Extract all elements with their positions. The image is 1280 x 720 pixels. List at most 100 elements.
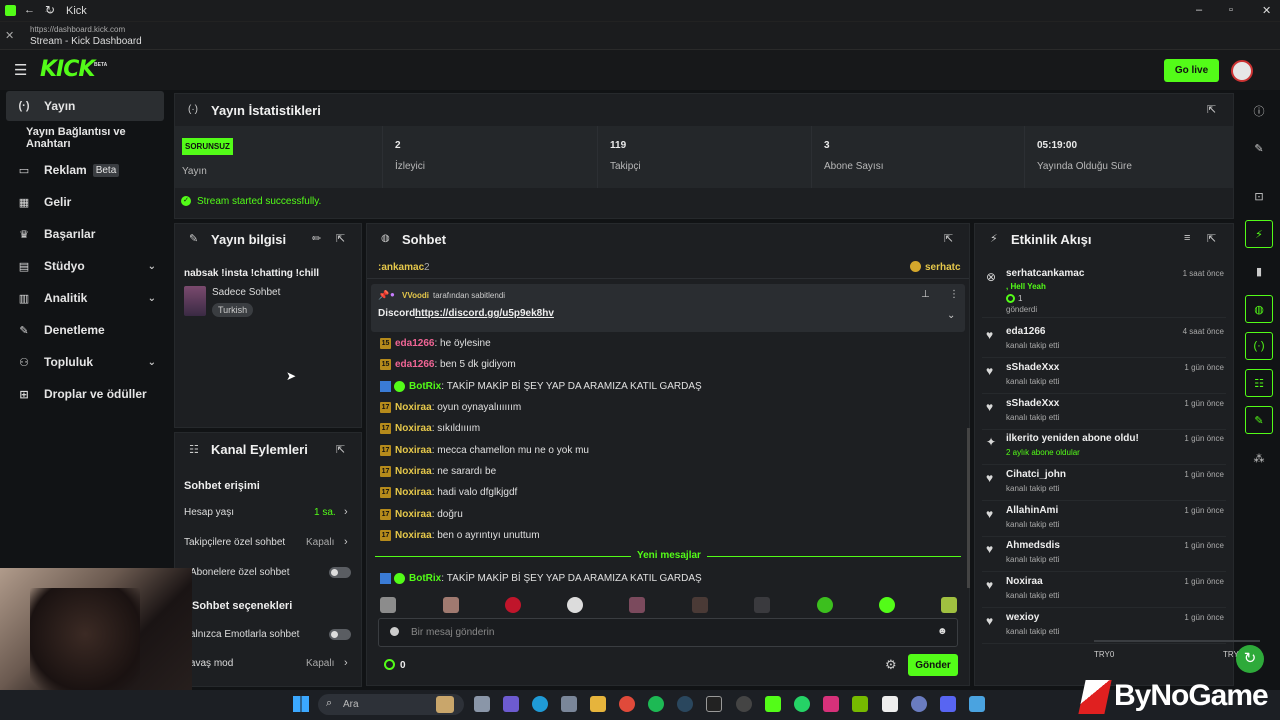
document-icon[interactable]: ▮ <box>1245 257 1273 285</box>
emote-1[interactable] <box>380 597 396 613</box>
chrome-icon[interactable] <box>619 696 635 712</box>
whatsapp-icon[interactable] <box>794 696 810 712</box>
chat-message[interactable]: BotRix: TAKİP MAKİP Bİ ŞEY YAP DA ARAMIZ… <box>380 377 702 395</box>
emote-6[interactable] <box>692 597 708 613</box>
obs-icon[interactable] <box>736 696 752 712</box>
kick-taskbar-icon[interactable] <box>765 696 781 712</box>
event-item[interactable]: ♥ eda1266 kanalı takip etti 4 saat önce <box>982 322 1226 358</box>
minimize-icon[interactable]: – <box>1196 4 1202 16</box>
refresh-fab[interactable]: ↻ <box>1236 645 1264 673</box>
go-live-button[interactable]: Go live <box>1164 59 1219 82</box>
emote-8[interactable] <box>817 597 833 613</box>
followers-only-row[interactable]: Takipçilere özel sohbet Kapalı › <box>184 536 354 551</box>
emote-2[interactable] <box>443 597 459 613</box>
chat-input[interactable]: Bir mesaj gönderin ☻ <box>378 618 958 647</box>
store-icon[interactable] <box>561 696 577 712</box>
event-item[interactable]: ♥ sShadeXxx kanalı takip etti 1 gün önce <box>982 394 1226 430</box>
sidebar-item-stream-key[interactable]: Yayın Bağlantısı ve Anahtarı <box>6 123 164 153</box>
popout-icon[interactable]: ⇱ <box>336 443 345 456</box>
sidebar-item-droplar[interactable]: ⊞ Droplar ve ödüller <box>6 379 164 409</box>
event-item[interactable]: ✦ ilkerito yeniden abone oldu! 2 aylık abo… <box>982 429 1226 465</box>
share-icon[interactable]: ⁂ <box>1245 444 1273 472</box>
capture-icon[interactable]: ⊡ <box>1245 182 1273 210</box>
settings-app-icon[interactable] <box>969 696 985 712</box>
subs-only-toggle[interactable] <box>329 567 351 578</box>
account-age-row[interactable]: Hesap yaşı 1 sa. › <box>184 506 354 521</box>
top-chatter-name[interactable]: :ankamac <box>378 262 424 273</box>
pinned-link[interactable]: https://discord.gg/u5p9ek8hv <box>415 308 554 319</box>
chat-username[interactable]: eda1266 <box>395 359 434 370</box>
event-item[interactable]: ♥ Cihatci_john kanalı takip etti 1 gün önce <box>982 465 1226 501</box>
emote-3[interactable] <box>505 597 521 613</box>
pinned-message[interactable]: 📌 ● VVoodi tarafından sabitlendi Discord… <box>371 284 965 332</box>
edit-icon[interactable]: ✏ <box>312 232 321 245</box>
event-item[interactable]: ♥ AllahinAmi kanalı takip etti 1 gün önce <box>982 501 1226 537</box>
g-app-icon[interactable] <box>882 696 898 712</box>
info-icon[interactable]: ⓘ <box>1245 97 1273 125</box>
chat-username[interactable]: Noxiraa <box>395 402 432 413</box>
wrench-icon[interactable]: ✎ <box>1245 406 1273 434</box>
chat-message[interactable]: 17 Noxiraa: ne sarardı be <box>380 462 496 480</box>
sidebar-item-reklam[interactable]: ▭ Reklam Beta <box>6 155 164 185</box>
chat-message[interactable]: 17 Noxiraa: ben o ayrıntıyı unuttum <box>380 526 540 544</box>
spotify-icon[interactable] <box>648 696 664 712</box>
maximize-icon[interactable]: ▫ <box>1229 4 1233 16</box>
emote-9[interactable] <box>879 597 895 613</box>
chat-username[interactable]: eda1266 <box>395 338 434 349</box>
kick-logo[interactable]: KICK <box>40 57 95 82</box>
sidebar-item-denetleme[interactable]: ✎ Denetleme <box>6 315 164 345</box>
chat-username[interactable]: Noxiraa <box>395 530 432 541</box>
discord-icon[interactable] <box>940 696 956 712</box>
lightning-icon[interactable]: ⚡ <box>1245 220 1273 248</box>
popout-icon[interactable]: ⇱ <box>944 232 953 245</box>
slow-mode-row[interactable]: Yavaş mod Kapalı › <box>184 657 354 672</box>
popout-icon[interactable]: ⇱ <box>1207 103 1216 116</box>
chat-message[interactable]: 15 eda1266: he öylesine <box>380 334 491 352</box>
chevron-down-icon[interactable]: ⌄ <box>947 310 955 321</box>
popout-icon[interactable]: ⇱ <box>336 232 345 245</box>
explorer-icon[interactable] <box>590 696 606 712</box>
url-text[interactable]: https://dashboard.kick.com <box>30 25 125 34</box>
epic-icon[interactable] <box>706 696 722 712</box>
emote-10[interactable] <box>941 597 957 613</box>
emote-7[interactable] <box>754 597 770 613</box>
emote-4[interactable] <box>567 597 583 613</box>
taskbar-search[interactable]: ⌕ Ara <box>318 694 464 715</box>
settings-gear-icon[interactable]: ⚙ <box>885 657 897 673</box>
chat-message[interactable]: 15 eda1266: ben 5 dk gidiyom <box>380 355 516 373</box>
chat-message[interactable]: BotRix: TAKİP MAKİP Bİ ŞEY YAP DA ARAMIZ… <box>380 569 702 587</box>
chat-username[interactable]: BotRix <box>409 573 441 584</box>
chat-message[interactable]: 17 Noxiraa: doğru <box>380 505 463 523</box>
widgets-icon[interactable] <box>503 696 519 712</box>
chat-username[interactable]: Noxiraa <box>395 487 432 498</box>
emotes-only-toggle[interactable] <box>329 629 351 640</box>
task-view-icon[interactable] <box>474 696 490 712</box>
chat-username[interactable]: Noxiraa <box>395 466 432 477</box>
back-icon[interactable]: ← <box>24 4 35 16</box>
sidebar-item-yayin[interactable]: (·) Yayın <box>6 91 164 121</box>
event-item[interactable]: ♥ Ahmedsdis kanalı takip etti 1 gün önce <box>982 536 1226 572</box>
close-icon[interactable]: ✕ <box>1262 4 1271 17</box>
app-icon[interactable] <box>911 696 927 712</box>
filter-icon[interactable]: ≡ <box>1184 232 1190 244</box>
sidebar-item-basarilar[interactable]: ♛ Başarılar <box>6 219 164 249</box>
nvidia-icon[interactable] <box>852 696 868 712</box>
sidebar-item-topluluk[interactable]: ⚇ Topluluk ⌄ <box>6 347 164 377</box>
list-icon[interactable]: ☷ <box>1245 369 1273 397</box>
windows-start-icon[interactable] <box>293 696 309 712</box>
avatar[interactable] <box>1231 60 1253 82</box>
chat-scrollbar[interactable] <box>967 428 970 588</box>
steam-icon[interactable] <box>677 696 693 712</box>
pin-toggle-icon[interactable]: ⊥ <box>921 289 930 300</box>
more-options-icon[interactable]: ⋮ <box>949 289 959 300</box>
chat-message[interactable]: 17 Noxiraa: mecca chamellon mu ne o yok m… <box>380 441 589 459</box>
chat-username[interactable]: Noxiraa <box>395 509 432 520</box>
sidebar-item-gelir[interactable]: ▦ Gelir <box>6 187 164 217</box>
event-item[interactable]: ⊗ serhatcankamac gönderdi 1 saat önce <box>982 264 1226 318</box>
sidebar-item-analitik[interactable]: ▥ Analitik ⌄ <box>6 283 164 313</box>
menu-icon[interactable]: ☰ <box>14 61 27 79</box>
event-item[interactable]: ♥ Noxiraa kanalı takip etti 1 gün önce <box>982 572 1226 608</box>
instagram-icon[interactable] <box>823 696 839 712</box>
top-right-user[interactable]: serhatc <box>925 262 961 273</box>
emote-5[interactable] <box>629 597 645 613</box>
